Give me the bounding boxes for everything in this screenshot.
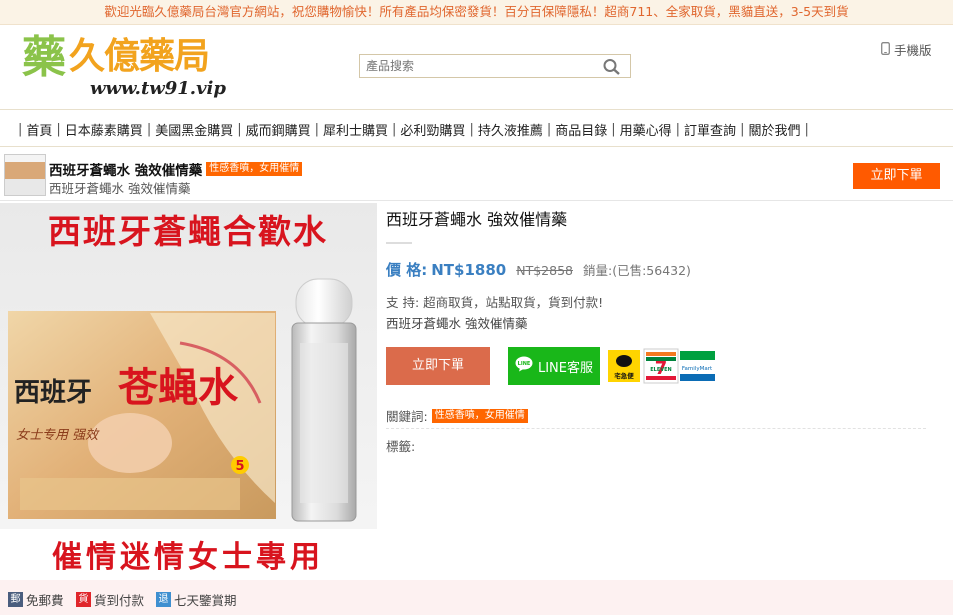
service-label: 免郵費 [26, 593, 64, 608]
nav-divider-top [0, 109, 953, 110]
image-box-text-1: 西班牙 [14, 378, 92, 408]
top-announcement-bar: 歡迎光臨久億藥局台灣官方網站，祝您購物愉快！所有產品均保密發貨！百分百保障隱私！… [0, 0, 953, 25]
familymart-logo-text: FamilyMart [682, 366, 713, 372]
shipping-logos: 宅急便 7 ELEVEN FamilyMart [608, 347, 715, 385]
nav-separator: | [392, 122, 397, 137]
sticky-buy-now-button[interactable]: 立即下單 [853, 163, 940, 189]
nav-item[interactable]: 必利勁購買 [400, 120, 465, 139]
service-icon: 退 [156, 592, 171, 607]
service-item: 退七天鑒賞期 [156, 590, 237, 609]
service-item: 貨貨到付款 [76, 590, 144, 609]
support-methods: 支 持: 超商取貨，站點取貨，貨到付款! [386, 295, 604, 310]
logo-leaf-char: 藥 [22, 32, 66, 83]
site-logo[interactable]: 藥 久億藥局 www.tw91.vip [22, 30, 234, 102]
service-label: 七天鑒賞期 [174, 593, 237, 608]
title-divider [386, 242, 412, 244]
logo-name: 久億藥局 [69, 36, 209, 77]
product-title: 西班牙蒼蠅水 強效催情藥 [386, 210, 568, 229]
nav-item[interactable]: 用藥心得 [620, 120, 672, 139]
sales-count: 銷量:(已售:56432) [582, 263, 691, 278]
search-icon[interactable] [602, 58, 622, 76]
main-nav: | 首頁 | 日本藤素購買 | 美國黑金購買 | 威而鋼購買 | 犀利士購買 | 必利勁購買 | 持久液推… [14, 120, 813, 139]
svg-text:LINE: LINE [518, 361, 531, 367]
line-service-label: LINE客服 [537, 360, 593, 376]
nav-separator: | [675, 122, 681, 137]
service-item: 郵免郵費 [8, 590, 64, 609]
mobile-version-link[interactable]: 手機版 [881, 40, 932, 59]
sticky-title-row: 西班牙蒼蠅水 強效催情藥 性感香噴，女用催情 [49, 159, 303, 179]
nav-separator: | [546, 122, 552, 137]
nav-separator: | [740, 122, 745, 137]
line-icon: LINE [515, 356, 533, 376]
phone-icon [881, 41, 890, 58]
image-box-text-4: 5 [235, 459, 244, 474]
product-description: 西班牙蒼蠅水 強效催情藥 [386, 316, 528, 331]
tags-label: 標籤: [386, 439, 416, 454]
buy-now-button[interactable]: 立即下單 [386, 347, 490, 385]
image-bottom-banner: 催情迷情女士專用 [52, 540, 324, 575]
sticky-product-subtitle: 西班牙蒼蠅水 強效催情藥 [49, 181, 191, 196]
nav-separator: | [56, 122, 61, 137]
nav-separator: | [469, 122, 474, 137]
nav-item[interactable]: 犀利士購買 [323, 120, 388, 139]
sticky-product-tag[interactable]: 性感香噴，女用催情 [206, 162, 303, 176]
seven-eleven-logo-text: ELEVEN [650, 367, 672, 373]
mobile-version-label: 手機版 [894, 43, 932, 58]
service-label: 貨到付款 [94, 593, 145, 608]
nav-item[interactable]: 美國黑金購買 [155, 120, 233, 139]
sticky-product-title: 西班牙蒼蠅水 強效催情藥 [49, 163, 203, 179]
service-icon: 郵 [8, 592, 23, 607]
product-thumbnail [4, 154, 46, 196]
original-price: NT$2858 [516, 263, 573, 278]
search-input[interactable] [360, 55, 602, 77]
nav-separator: | [611, 122, 616, 137]
image-box-text-3: 女士专用 强效 [16, 427, 100, 443]
nav-separator: | [237, 122, 242, 137]
announcement-text: 歡迎光臨久億藥局台灣官方網站，祝您購物愉快！所有產品均保密發貨！百分百保障隱私！… [104, 4, 849, 19]
nav-separator: | [804, 122, 809, 137]
nav-separator: | [146, 122, 152, 137]
price-label: 價 格: [386, 261, 428, 279]
nav-separator: | [314, 122, 320, 137]
nav-item[interactable]: 日本藤素購買 [65, 120, 143, 139]
nav-item[interactable]: 關於我們 [748, 120, 800, 139]
keywords-divider [386, 428, 926, 429]
nav-item[interactable]: 商品目錄 [555, 120, 607, 139]
nav-separator: | [18, 122, 23, 137]
search-box[interactable] [359, 54, 631, 78]
current-price: NT$1880 [431, 261, 507, 279]
keyword-tag[interactable]: 性感香噴，女用催情 [431, 408, 528, 423]
product-image[interactable]: 西班牙蒼蠅合歡水 西班牙 苍蝇水 女士专用 强效 5 催情迷情女士專用 [0, 203, 377, 580]
nav-item[interactable]: 訂單查詢 [684, 120, 736, 139]
keywords-row: 關鍵詞: 性感香噴，女用催情 [386, 406, 528, 425]
nav-item[interactable]: 威而鋼購買 [246, 120, 311, 139]
nav-item[interactable]: 持久液推薦 [478, 120, 543, 139]
sticky-product-bar: 西班牙蒼蠅水 強效催情藥 性感香噴，女用催情 西班牙蒼蠅水 強效催情藥 [0, 150, 953, 201]
line-service-button[interactable]: LINE LINE客服 [508, 347, 600, 385]
price-row: 價 格: NT$1880 NT$2858 銷量:(已售:56432) [386, 259, 691, 280]
keywords-label: 關鍵詞: [386, 409, 428, 424]
nav-divider-bottom [0, 146, 953, 147]
tcat-logo-text: 宅急便 [614, 371, 634, 380]
nav-item[interactable]: 首頁 [26, 120, 52, 139]
image-top-banner: 西班牙蒼蠅合歡水 [48, 212, 328, 251]
logo-url: www.tw91.vip [90, 78, 226, 99]
image-box-text-2: 苍蝇水 [118, 364, 239, 411]
service-icon: 貨 [76, 592, 91, 607]
